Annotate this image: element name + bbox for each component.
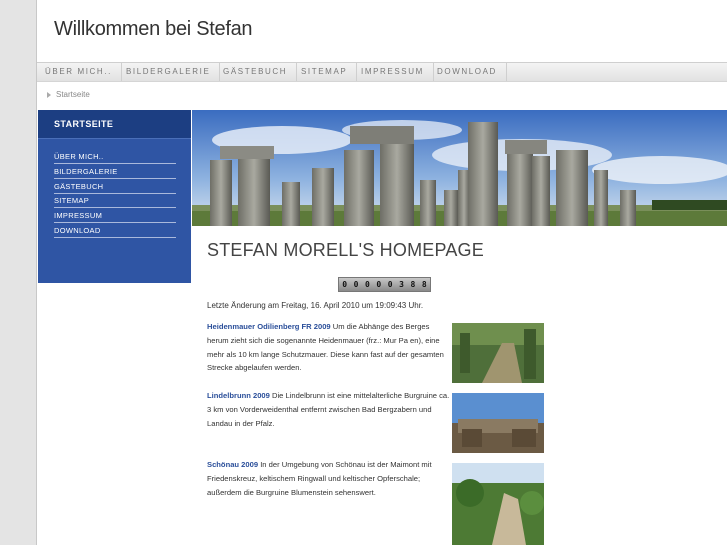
top-navigation: ÜBER MICH.. BILDERGALERIE GÄSTEBUCH SITE… [37, 62, 727, 82]
header: Willkommen bei Stefan [37, 0, 727, 61]
nav-ueber-mich[interactable]: ÜBER MICH.. [37, 63, 122, 81]
sidebar-item-sitemap[interactable]: SITEMAP [54, 194, 176, 209]
nav-download[interactable]: DOWNLOAD [429, 63, 507, 81]
news-item: Heidenmauer Odilienberg FR 2009 Um die A… [207, 320, 452, 375]
news-item: Schönau 2009 In der Umgebung von Schönau… [207, 458, 452, 499]
counter-digit: 8 [421, 280, 427, 289]
nav-impressum[interactable]: IMPRESSUM [353, 63, 434, 81]
sidebar-item-ueber-mich[interactable]: ÜBER MICH.. [54, 150, 176, 164]
news-link[interactable]: Heidenmauer Odilienberg FR 2009 [207, 322, 331, 331]
news-link[interactable]: Schönau 2009 [207, 460, 258, 469]
last-modified: Letzte Änderung am Freitag, 16. April 20… [207, 301, 424, 310]
sidebar-heading[interactable]: STARTSEITE [38, 110, 191, 139]
main-content: STEFAN MORELL'S HOMEPAGE 0 0 0 0 0 3 8 8… [207, 240, 547, 545]
sidebar-item-bildergalerie[interactable]: BILDERGALERIE [54, 165, 176, 179]
news-thumbnail[interactable] [452, 323, 544, 383]
counter-digit: 3 [399, 280, 404, 289]
breadcrumb-current[interactable]: Startseite [56, 90, 90, 99]
counter-digit: 8 [410, 280, 416, 289]
news-item: Lindelbrunn 2009 Die Lindelbrunn ist ein… [207, 389, 452, 430]
sidebar-item-gaestebuch[interactable]: GÄSTEBUCH [54, 180, 176, 194]
nav-sitemap[interactable]: SITEMAP [293, 63, 358, 81]
page-heading: STEFAN MORELL'S HOMEPAGE [207, 240, 484, 260]
nav-gaestebuch[interactable]: GÄSTEBUCH [215, 63, 298, 81]
sidebar: STARTSEITE ÜBER MICH.. BILDERGALERIE GÄS… [38, 110, 191, 283]
counter-digit: 0 [342, 280, 348, 289]
banner-image [192, 110, 727, 226]
news-thumbnail[interactable] [452, 393, 544, 453]
sidebar-item-impressum[interactable]: IMPRESSUM [54, 209, 176, 224]
counter-digit: 0 [353, 280, 359, 289]
site-title: Willkommen bei Stefan [54, 18, 253, 40]
nav-bildergalerie[interactable]: BILDERGALERIE [118, 63, 221, 81]
page: Willkommen bei Stefan ÜBER MICH.. BILDER… [36, 0, 727, 545]
counter-digit: 0 [376, 280, 382, 289]
news-link[interactable]: Lindelbrunn 2009 [207, 391, 270, 400]
visitor-counter: 0 0 0 0 0 3 8 8 [338, 277, 431, 292]
sidebar-item-download[interactable]: DOWNLOAD [54, 224, 176, 238]
counter-digit: 0 [387, 280, 393, 289]
breadcrumb: Startseite [47, 90, 90, 99]
counter-digit: 0 [365, 280, 370, 289]
news-thumbnail[interactable] [452, 463, 544, 545]
breadcrumb-arrow-icon [47, 91, 51, 98]
sidebar-menu: ÜBER MICH.. BILDERGALERIE GÄSTEBUCH SITE… [54, 150, 176, 239]
